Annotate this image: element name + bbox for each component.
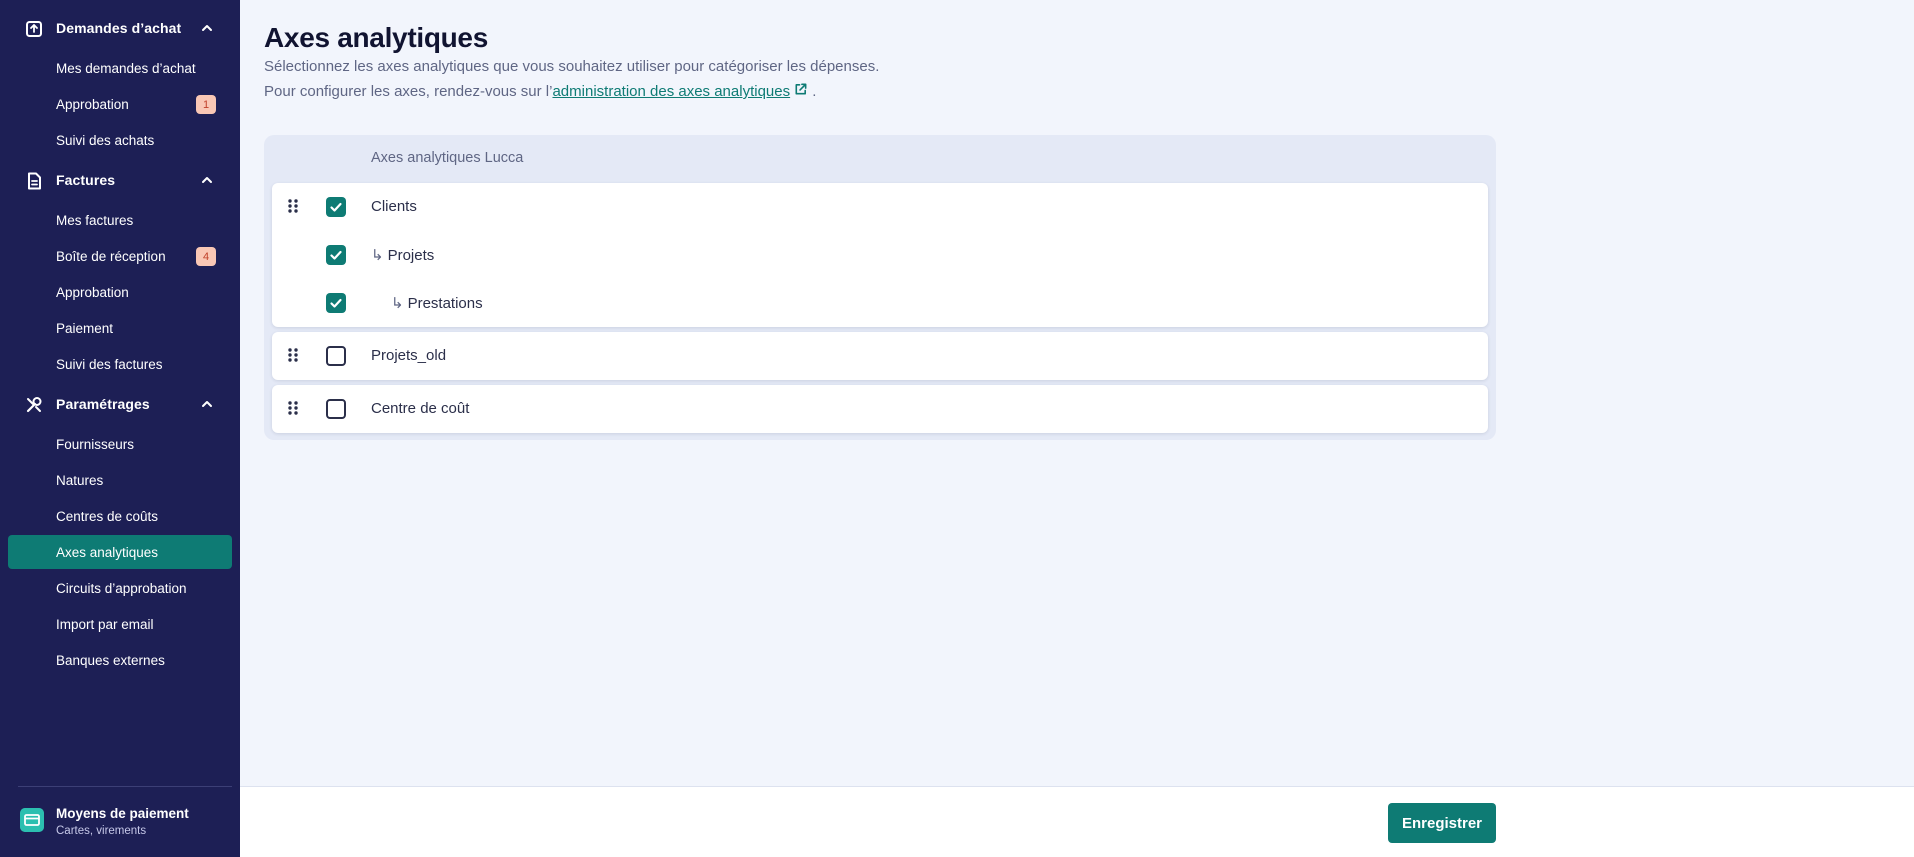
page-title: Axes analytiques bbox=[264, 22, 488, 53]
payment-methods-link[interactable]: Moyens de paiement Cartes, virements bbox=[0, 796, 240, 856]
axis-label: Prestations bbox=[407, 295, 483, 312]
axis-row: Clients bbox=[272, 183, 1488, 231]
sidebar-item-label: Mes demandes d’achat bbox=[56, 60, 196, 76]
section-header-demandes-achat[interactable]: Demandes d’achat bbox=[0, 10, 240, 46]
axis-row: Centre de coût bbox=[272, 385, 1488, 433]
sidebar-item-label: Mes factures bbox=[56, 212, 134, 228]
section-label: Demandes d’achat bbox=[56, 20, 182, 36]
chevron-up-icon bbox=[202, 25, 212, 31]
axis-label-child: ↳ Projets bbox=[371, 246, 434, 264]
sidebar-item-suivi-factures[interactable]: Suivi des factures bbox=[8, 347, 232, 381]
drag-handle-icon[interactable] bbox=[286, 198, 300, 214]
sidebar-item-label: Fournisseurs bbox=[56, 436, 135, 452]
sidebar-item-label: Natures bbox=[56, 472, 104, 488]
admin-axes-link-text: administration des axes analytiques bbox=[552, 83, 791, 100]
sidebar-item-circuits-approbation[interactable]: Circuits d’approbation bbox=[8, 571, 232, 605]
analytic-axes-panel: Axes analytiques Lucca Clients ↳Projets bbox=[264, 135, 1496, 440]
save-button[interactable]: Enregistrer bbox=[1388, 803, 1496, 843]
axis-checkbox[interactable] bbox=[326, 197, 346, 217]
sidebar-divider bbox=[18, 786, 232, 787]
drag-handle-icon[interactable] bbox=[286, 400, 300, 416]
axis-label-grandchild: ↳ Prestations bbox=[391, 294, 483, 312]
check-icon bbox=[330, 202, 342, 212]
description-prefix: Pour configurer les axes, rendez-vous su… bbox=[264, 83, 553, 100]
sidebar-item-mes-demandes[interactable]: Mes demandes d’achat bbox=[8, 51, 232, 85]
sidebar-item-suivi-achats[interactable]: Suivi des achats bbox=[8, 123, 232, 157]
sidebar-item-mes-factures[interactable]: Mes factures bbox=[8, 203, 232, 237]
sidebar-item-label: Axes analytiques bbox=[56, 544, 159, 560]
sidebar-item-label: Paiement bbox=[56, 320, 114, 336]
axis-group-centre-cout: Centre de coût bbox=[272, 385, 1488, 433]
sidebar-item-boite-reception[interactable]: Boîte de réception 4 bbox=[8, 239, 232, 273]
admin-axes-link[interactable]: administration des axes analytiques bbox=[552, 83, 808, 100]
external-link-icon bbox=[795, 83, 807, 95]
sidebar-item-centres-couts[interactable]: Centres de coûts bbox=[8, 499, 232, 533]
section-header-factures[interactable]: Factures bbox=[0, 162, 240, 198]
section-label: Paramétrages bbox=[56, 396, 150, 412]
chevron-up-icon bbox=[202, 401, 212, 407]
axis-row: ↳ Projets bbox=[272, 231, 1488, 279]
page-description: Sélectionnez les axes analytiques que vo… bbox=[264, 58, 880, 75]
axis-label: Clients bbox=[371, 198, 417, 215]
sidebar-item-approbation-factures[interactable]: Approbation bbox=[8, 275, 232, 309]
axis-row: Projets_old bbox=[272, 332, 1488, 380]
drag-handle-icon[interactable] bbox=[286, 347, 300, 363]
child-arrow-icon: ↳ bbox=[391, 295, 404, 312]
sidebar-item-label: Circuits d’approbation bbox=[56, 580, 187, 596]
axis-row: ↳ Prestations bbox=[272, 279, 1488, 327]
child-arrow-icon: ↳ bbox=[371, 247, 384, 264]
axis-checkbox[interactable] bbox=[326, 293, 346, 313]
main-content: Axes analytiques Sélectionnez les axes a… bbox=[240, 0, 1914, 786]
check-icon bbox=[330, 298, 342, 308]
payment-title: Moyens de paiement bbox=[56, 806, 189, 821]
document-icon bbox=[28, 172, 41, 190]
sidebar-item-banques-externes[interactable]: Banques externes bbox=[8, 643, 232, 677]
sidebar: Demandes d’achat Mes demandes d’achat Ap… bbox=[0, 0, 240, 857]
sidebar-item-label: Import par email bbox=[56, 616, 154, 632]
sidebar-item-axes-analytiques[interactable]: Axes analytiques bbox=[8, 535, 232, 569]
axis-checkbox[interactable] bbox=[326, 399, 346, 419]
footer-bar: Enregistrer bbox=[240, 786, 1914, 857]
description-suffix: . bbox=[812, 83, 817, 100]
sidebar-item-label: Approbation bbox=[56, 96, 129, 112]
sidebar-item-label: Approbation bbox=[56, 284, 129, 300]
card-icon bbox=[20, 808, 44, 832]
sidebar-item-fournisseurs[interactable]: Fournisseurs bbox=[8, 427, 232, 461]
sidebar-item-label: Centres de coûts bbox=[56, 508, 159, 524]
check-icon bbox=[330, 250, 342, 260]
axis-group-projets-old: Projets_old bbox=[272, 332, 1488, 380]
count-badge: 4 bbox=[196, 247, 216, 266]
axis-label: Projets_old bbox=[371, 347, 447, 364]
sidebar-item-label: Suivi des factures bbox=[56, 356, 163, 372]
section-header-parametrages[interactable]: Paramétrages bbox=[0, 386, 240, 422]
sidebar-item-label: Banques externes bbox=[56, 652, 165, 668]
sidebar-item-approbation-achats[interactable]: Approbation 1 bbox=[8, 87, 232, 121]
count-badge: 1 bbox=[196, 95, 216, 114]
chevron-up-icon bbox=[202, 177, 212, 183]
axis-checkbox[interactable] bbox=[326, 346, 346, 366]
axis-group-clients: Clients ↳ Projets ↳ Prestations bbox=[272, 183, 1488, 327]
panel-header: Axes analytiques Lucca bbox=[371, 150, 524, 166]
axis-label: Projets bbox=[387, 247, 435, 264]
section-label: Factures bbox=[56, 172, 116, 188]
sidebar-item-label: Boîte de réception bbox=[56, 248, 166, 264]
sidebar-item-paiement[interactable]: Paiement bbox=[8, 311, 232, 345]
sidebar-item-label: Suivi des achats bbox=[56, 132, 155, 148]
inbox-icon bbox=[26, 21, 42, 37]
sidebar-item-natures[interactable]: Natures bbox=[8, 463, 232, 497]
axis-checkbox[interactable] bbox=[326, 245, 346, 265]
sidebar-item-import-email[interactable]: Import par email bbox=[8, 607, 232, 641]
page-description-config: Pour configurer les axes, rendez-vous su… bbox=[264, 82, 816, 100]
axis-label: Centre de coût bbox=[371, 400, 470, 417]
payment-subtitle: Cartes, virements bbox=[56, 825, 147, 837]
tools-icon bbox=[26, 397, 42, 413]
